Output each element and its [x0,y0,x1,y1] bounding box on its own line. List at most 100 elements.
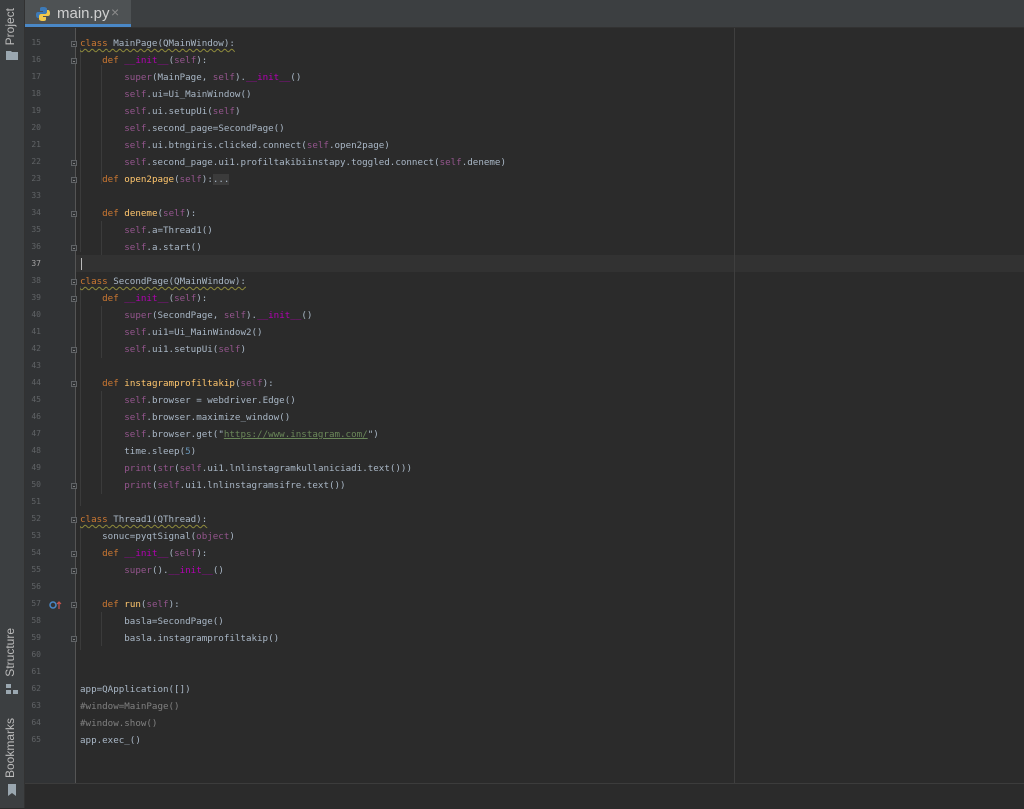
code-text: class MainPage(QMainWindow): [80,38,235,49]
structure-tool-button[interactable]: Structure [3,628,17,677]
bookmarks-tool-button[interactable]: Bookmarks [3,718,17,778]
code-line[interactable]: time.sleep(5) [80,443,196,460]
fold-toggle-icon[interactable] [71,160,77,166]
code-line[interactable]: self.ui1.setupUi(self) [80,341,246,358]
fold-toggle-icon[interactable] [71,296,77,302]
line-number: 59 [31,633,41,642]
line-number: 37 [31,259,41,268]
code-line[interactable]: app.exec_() [80,732,141,749]
code-line[interactable]: def __init__(self): [80,290,207,307]
line-number: 16 [31,55,41,64]
code-line[interactable]: super(SecondPage, self).__init__() [80,307,312,324]
project-tool-button[interactable]: Project [3,8,17,45]
fold-toggle-icon[interactable] [71,551,77,557]
code-text: self.second_page=SecondPage() [124,123,285,134]
code-line[interactable]: class SecondPage(QMainWindow): [80,273,246,290]
code-text: self.ui1=Ui_MainWindow2() [124,327,263,338]
override-method-icon[interactable] [49,600,63,610]
fold-toggle-icon[interactable] [71,41,77,47]
fold-toggle-icon[interactable] [71,245,77,251]
close-tab-icon[interactable]: × [111,4,119,20]
code-text: self.second_page.ui1.profiltakibiinstapy… [124,157,506,168]
code-text: #window.show() [80,718,158,729]
code-line[interactable]: self.second_page=SecondPage() [80,120,285,137]
code-line[interactable]: class Thread1(QThread): [80,511,207,528]
line-number: 43 [31,361,41,370]
line-number: 60 [31,650,41,659]
code-line[interactable]: class MainPage(QMainWindow): [80,35,235,52]
code-line[interactable]: basla=SecondPage() [80,613,224,630]
line-number: 15 [31,38,41,47]
line-number: 53 [31,531,41,540]
code-line[interactable]: self.a=Thread1() [80,222,213,239]
code-line[interactable]: super(MainPage, self).__init__() [80,69,301,86]
code-text: self.a.start() [124,242,202,253]
fold-toggle-icon[interactable] [71,602,77,608]
fold-toggle-icon[interactable] [71,636,77,642]
line-number: 36 [31,242,41,251]
fold-toggle-icon[interactable] [71,381,77,387]
code-line[interactable]: self.ui=Ui_MainWindow() [80,86,251,103]
code-text: sonuc=pyqtSignal(object) [80,531,235,542]
line-number: 64 [31,718,41,727]
code-text: self.browser = webdriver.Edge() [124,395,296,406]
code-line[interactable]: self.browser = webdriver.Edge() [80,392,296,409]
fold-toggle-icon[interactable] [71,177,77,183]
code-line[interactable]: def open2page(self):... [80,171,230,188]
tab-title: main.py [57,5,110,22]
code-line[interactable]: super().__init__() [80,562,224,579]
code-line[interactable]: #window.show() [80,715,157,732]
line-number: 23 [31,174,41,183]
code-line[interactable]: self.ui.setupUi(self) [80,103,240,120]
line-number: 48 [31,446,41,455]
code-line[interactable]: self.ui.btngiris.clicked.connect(self.op… [80,137,390,154]
line-number: 56 [31,582,41,591]
code-text: class SecondPage(QMainWindow): [80,276,246,287]
line-number: 22 [31,157,41,166]
line-number: 54 [31,548,41,557]
code-line[interactable]: app=QApplication([]) [80,681,191,698]
tab-main-py[interactable]: main.py × [25,0,131,27]
fold-toggle-icon[interactable] [71,347,77,353]
code-line[interactable]: self.ui1=Ui_MainWindow2() [80,324,263,341]
code-line[interactable]: sonuc=pyqtSignal(object) [80,528,235,545]
fold-toggle-icon[interactable] [71,279,77,285]
code-text: super(MainPage, self).__init__() [124,72,302,83]
code-line[interactable]: basla.instagramprofiltakip() [80,630,279,647]
line-number: 50 [31,480,41,489]
code-line[interactable]: def __init__(self): [80,52,207,69]
code-line[interactable]: self.browser.get("https://www.instagram.… [80,426,379,443]
code-line[interactable]: self.browser.maximize_window() [80,409,290,426]
code-line[interactable]: def instagramprofiltakip(self): [80,375,274,392]
code-line[interactable]: def __init__(self): [80,545,207,562]
code-line[interactable]: self.second_page.ui1.profiltakibiinstapy… [80,154,506,171]
line-number: 18 [31,89,41,98]
fold-toggle-icon[interactable] [71,568,77,574]
fold-toggle-icon[interactable] [71,517,77,523]
code-line[interactable]: self.a.start() [80,239,202,256]
fold-toggle-icon[interactable] [71,483,77,489]
current-line-highlight [76,255,1024,272]
line-number: 51 [31,497,41,506]
line-number: 20 [31,123,41,132]
code-line[interactable]: #window=MainPage() [80,698,180,715]
code-text: app.exec_() [80,735,141,746]
code-line[interactable]: print(self.ui1.lnlinstagramsifre.text()) [80,477,345,494]
line-number: 61 [31,667,41,676]
line-number: 62 [31,684,41,693]
fold-toggle-icon[interactable] [71,58,77,64]
code-line[interactable]: print(str(self.ui1.lnlinstagramkullanici… [80,460,412,477]
code-text: def open2page(self):... [102,174,230,185]
code-line[interactable]: def run(self): [80,596,180,613]
line-number: 45 [31,395,41,404]
code-text: def instagramprofiltakip(self): [102,378,274,389]
code-text: self.browser.get("https://www.instagram.… [124,429,379,440]
code-text: def __init__(self): [102,55,208,66]
code-text: self.ui1.setupUi(self) [124,344,247,355]
code-text: basla=SecondPage() [80,616,224,627]
line-number: 38 [31,276,41,285]
code-line[interactable]: def deneme(self): [80,205,196,222]
fold-toggle-icon[interactable] [71,211,77,217]
editor-tab-bar: main.py × [25,0,1024,28]
line-number: 19 [31,106,41,115]
